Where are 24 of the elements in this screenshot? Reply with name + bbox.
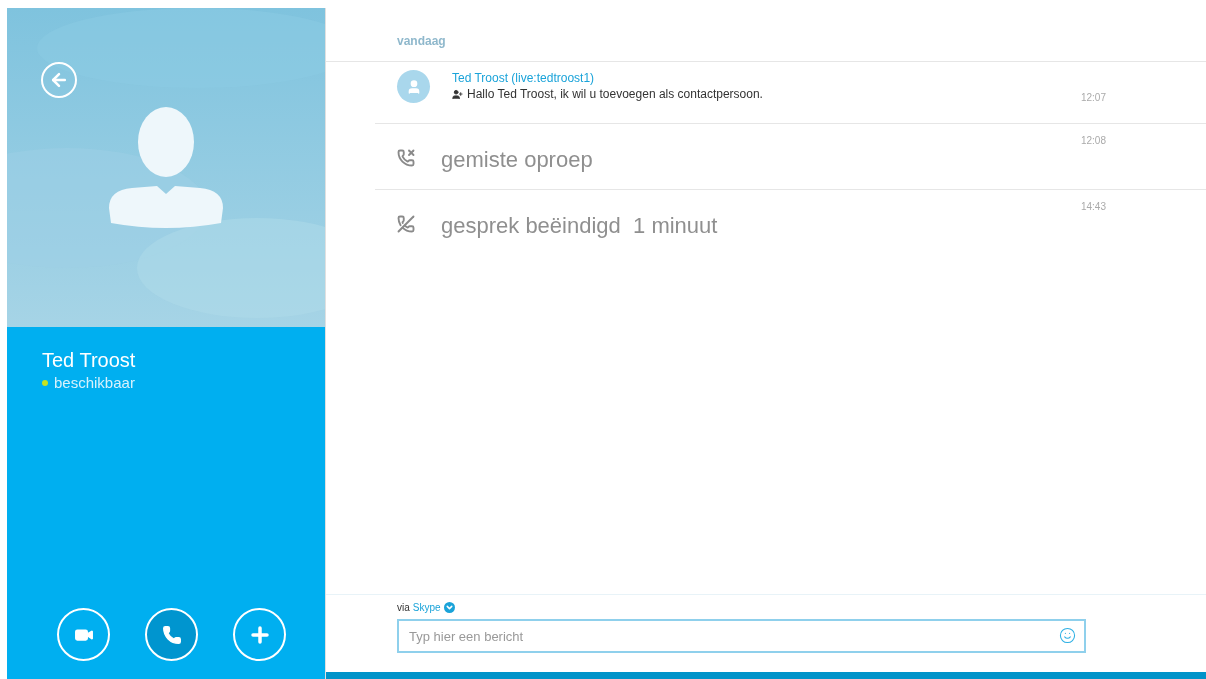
message-text: Hallo Ted Troost, ik wil u toevoegen als contactpersoon. <box>467 86 763 102</box>
call-status-text: gemiste oproep <box>441 146 594 174</box>
via-label: via <box>397 601 410 615</box>
contact-name: Ted Troost <box>42 348 137 373</box>
call-button[interactable] <box>145 608 198 661</box>
contact-request-icon <box>452 88 463 100</box>
add-button[interactable] <box>233 608 286 661</box>
service-link[interactable]: Skype <box>412 600 441 615</box>
day-label: vandaag <box>397 34 446 48</box>
call-status-text: gesprek beëindigd 1 minuut <box>441 212 719 240</box>
call-time: 14:43 <box>1080 200 1106 214</box>
hang-up-icon <box>397 215 415 233</box>
sender-name[interactable]: Ted Troost (live:tedtroost1) <box>452 70 1081 86</box>
phone-icon <box>161 624 182 645</box>
message-input[interactable]: Typ hier een bericht <box>397 619 1086 653</box>
status-text: beschikbaar <box>54 373 135 393</box>
avatar-icon <box>397 70 430 103</box>
back-button[interactable] <box>41 62 77 98</box>
video-call-button[interactable] <box>57 608 110 661</box>
service-dropdown-icon[interactable] <box>443 602 455 613</box>
call-time: 12:08 <box>1080 134 1106 148</box>
emoji-icon[interactable] <box>1059 627 1076 644</box>
message-time: 12:07 <box>1080 91 1106 105</box>
missed-call-icon <box>397 149 415 167</box>
